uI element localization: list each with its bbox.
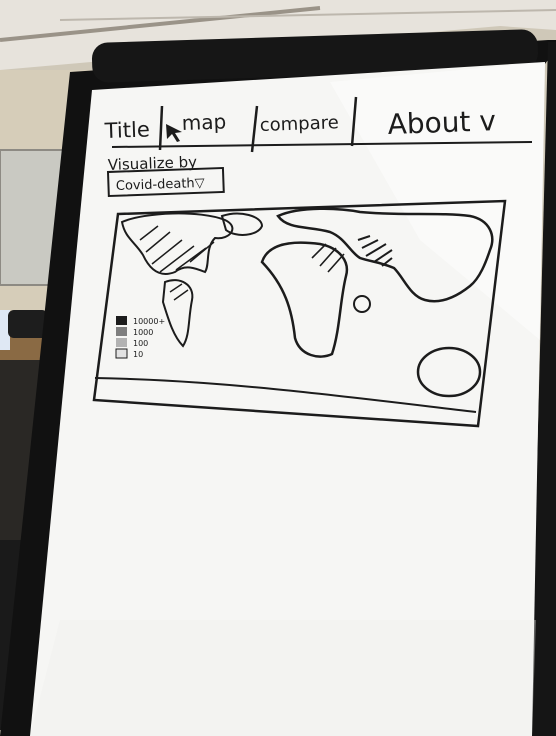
nav-about[interactable]: About v	[387, 104, 496, 141]
nav-compare[interactable]: compare	[259, 112, 339, 136]
legend-label-10000: 10000+	[133, 317, 165, 326]
nav-map[interactable]: map	[181, 109, 226, 135]
dropdown-value: Covid-death▽	[116, 176, 205, 194]
legend-label-100: 100	[133, 339, 148, 348]
legend-swatch-10	[115, 348, 128, 359]
legend-label-1000: 1000	[133, 328, 153, 337]
whiteboard-scene: Title map compare About v Visualize by C…	[0, 0, 556, 736]
legend-label-10: 10	[133, 350, 143, 359]
legend-swatch-10000	[116, 316, 127, 325]
legend-swatch-1000	[116, 327, 127, 336]
legend-swatch-100	[116, 338, 127, 347]
nav-title[interactable]: Title	[103, 117, 150, 143]
